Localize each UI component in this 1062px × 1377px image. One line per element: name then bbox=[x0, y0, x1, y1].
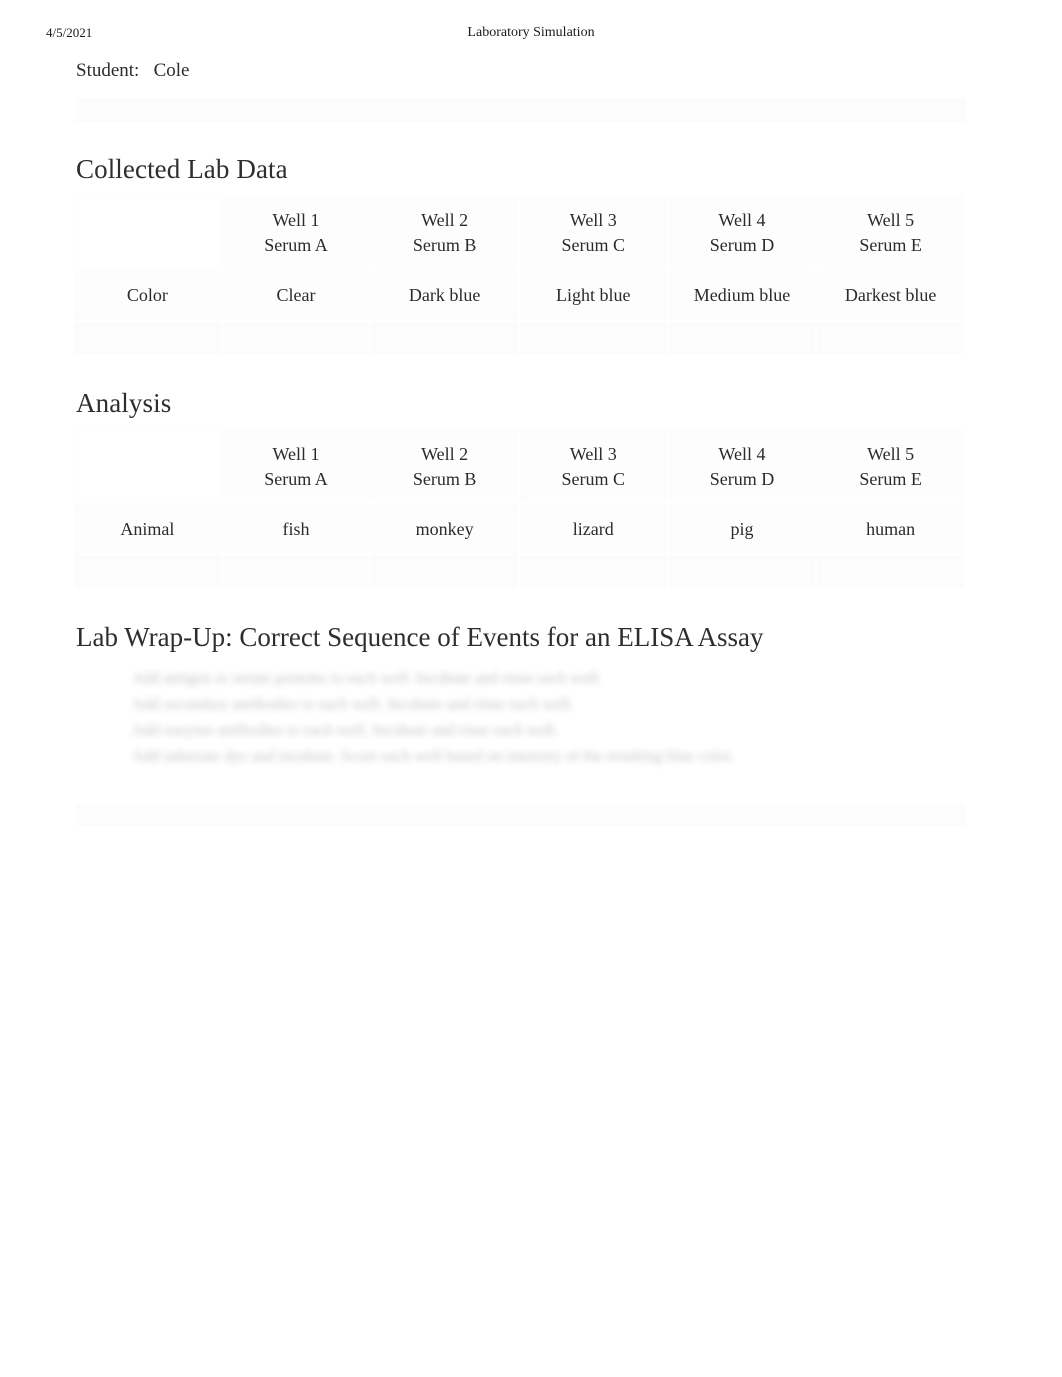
serum-label: Serum E bbox=[859, 235, 922, 255]
column-header-well-4: Well 4 Serum D bbox=[668, 430, 816, 502]
well-label: Well 1 bbox=[272, 444, 320, 464]
filler-cell bbox=[74, 556, 221, 588]
column-header-well-4: Well 4 Serum D bbox=[668, 196, 816, 268]
footer-divider-bar bbox=[76, 804, 966, 826]
cell-color-well-3: Light blue bbox=[519, 270, 667, 320]
well-label: Well 5 bbox=[867, 210, 915, 230]
filler-cell bbox=[668, 322, 816, 354]
serum-label: Serum D bbox=[709, 235, 775, 255]
column-header-well-1: Well 1 Serum A bbox=[222, 196, 370, 268]
serum-label: Serum C bbox=[561, 235, 626, 255]
filler-cell bbox=[519, 322, 667, 354]
cell-animal-well-3: lizard bbox=[519, 504, 667, 554]
cell-color-well-4: Medium blue bbox=[668, 270, 816, 320]
analysis-section: Analysis Well 1 Serum A Well 2 Serum B W… bbox=[0, 386, 1062, 590]
serum-label: Serum E bbox=[859, 469, 922, 489]
filler-cell bbox=[371, 556, 518, 588]
print-title: Laboratory Simulation bbox=[467, 25, 595, 40]
collected-lab-data-section: Collected Lab Data Well 1 Serum A Well 2… bbox=[0, 152, 1062, 356]
cell-color-well-1: Clear bbox=[222, 270, 370, 320]
table-row: Color Clear Dark blue Light blue Medium … bbox=[74, 270, 964, 320]
well-label: Well 3 bbox=[569, 444, 617, 464]
filler-cell bbox=[74, 322, 221, 354]
column-header-well-2: Well 2 Serum B bbox=[371, 430, 518, 502]
row-label-animal: Animal bbox=[74, 504, 221, 554]
collected-lab-data-table: Well 1 Serum A Well 2 Serum B Well 3 Ser… bbox=[72, 194, 966, 356]
column-header-well-2: Well 2 Serum B bbox=[371, 196, 518, 268]
list-item: Add substrate dye and incubate. Score ea… bbox=[132, 744, 962, 770]
row-label-color: Color bbox=[74, 270, 221, 320]
serum-label: Serum A bbox=[264, 235, 328, 255]
cell-animal-well-4: pig bbox=[668, 504, 816, 554]
print-header: 4/5/2021 Laboratory Simulation bbox=[0, 23, 1062, 43]
well-label: Well 4 bbox=[718, 444, 766, 464]
serum-label: Serum C bbox=[561, 469, 626, 489]
serum-label: Serum B bbox=[412, 469, 477, 489]
cell-color-well-5: Darkest blue bbox=[817, 270, 964, 320]
serum-label: Serum D bbox=[709, 469, 775, 489]
cell-animal-well-2: monkey bbox=[371, 504, 518, 554]
well-label: Well 2 bbox=[421, 444, 469, 464]
well-label: Well 4 bbox=[718, 210, 766, 230]
serum-label: Serum A bbox=[264, 469, 328, 489]
table-header-row: Well 1 Serum A Well 2 Serum B Well 3 Ser… bbox=[74, 196, 964, 268]
table-filler-row bbox=[74, 322, 964, 354]
header-divider-bar bbox=[76, 98, 966, 122]
well-label: Well 3 bbox=[569, 210, 617, 230]
filler-cell bbox=[817, 556, 964, 588]
filler-cell bbox=[519, 556, 667, 588]
cell-color-well-2: Dark blue bbox=[371, 270, 518, 320]
well-label: Well 1 bbox=[272, 210, 320, 230]
column-header-well-3: Well 3 Serum C bbox=[519, 430, 667, 502]
column-header-well-5: Well 5 Serum E bbox=[817, 196, 964, 268]
list-item: Add enzyme antibodies to each well. Incu… bbox=[132, 718, 962, 744]
lab-wrapup-heading: Lab Wrap-Up: Correct Sequence of Events … bbox=[76, 622, 764, 652]
student-line: Student: Cole bbox=[76, 60, 190, 81]
collected-lab-data-heading: Collected Lab Data bbox=[76, 154, 288, 184]
filler-cell bbox=[222, 322, 370, 354]
analysis-table: Well 1 Serum A Well 2 Serum B Well 3 Ser… bbox=[72, 428, 966, 590]
cell-animal-well-1: fish bbox=[222, 504, 370, 554]
table-header-row: Well 1 Serum A Well 2 Serum B Well 3 Ser… bbox=[74, 430, 964, 502]
well-label: Well 5 bbox=[867, 444, 915, 464]
filler-cell bbox=[222, 556, 370, 588]
column-header-well-3: Well 3 Serum C bbox=[519, 196, 667, 268]
lab-wrapup-steps-list: Add antigen or serum proteins to each we… bbox=[104, 666, 962, 770]
table-row: Animal fish monkey lizard pig human bbox=[74, 504, 964, 554]
filler-cell bbox=[668, 556, 816, 588]
column-header-well-5: Well 5 Serum E bbox=[817, 430, 964, 502]
page-content: Student: Cole Collected Lab Data Well 1 … bbox=[0, 56, 1062, 826]
list-item: Add antigen or serum proteins to each we… bbox=[132, 666, 962, 692]
filler-cell bbox=[817, 322, 964, 354]
table-corner-cell bbox=[74, 196, 221, 268]
lab-wrapup-section: Lab Wrap-Up: Correct Sequence of Events … bbox=[0, 620, 1062, 826]
filler-cell bbox=[371, 322, 518, 354]
analysis-heading: Analysis bbox=[76, 388, 172, 418]
cell-animal-well-5: human bbox=[817, 504, 964, 554]
column-header-well-1: Well 1 Serum A bbox=[222, 430, 370, 502]
list-item: Add secondary antibodies to each well. I… bbox=[132, 692, 962, 718]
table-corner-cell bbox=[74, 430, 221, 502]
table-filler-row bbox=[74, 556, 964, 588]
serum-label: Serum B bbox=[412, 235, 477, 255]
well-label: Well 2 bbox=[421, 210, 469, 230]
